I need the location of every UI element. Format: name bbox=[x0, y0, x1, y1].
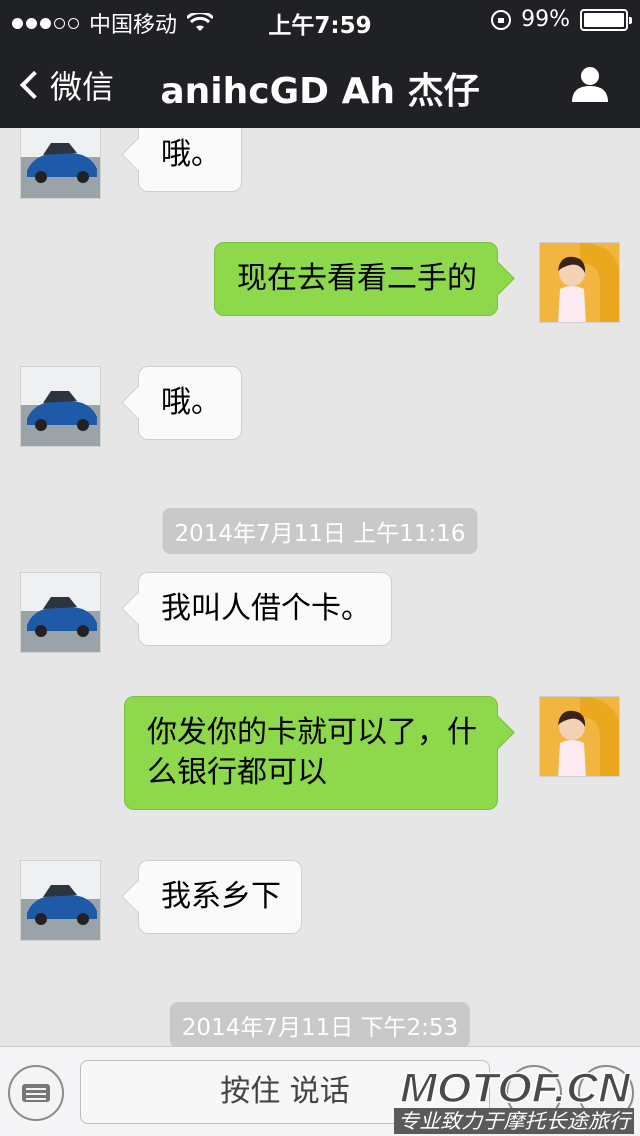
input-bar: 按住 说话 bbox=[0, 1046, 640, 1136]
battery-icon bbox=[580, 8, 632, 31]
plus-icon[interactable] bbox=[578, 1065, 634, 1121]
contact-avatar[interactable] bbox=[20, 572, 101, 653]
emoji-icon[interactable] bbox=[506, 1065, 562, 1121]
message-timestamp: 2014年7月11日 上午11:16 bbox=[162, 508, 478, 554]
sent-message[interactable]: 你发你的卡就可以了，什 么银行都可以 bbox=[124, 696, 498, 810]
back-button[interactable]: 微信 bbox=[16, 62, 114, 108]
contact-avatar[interactable] bbox=[20, 128, 101, 199]
sent-message[interactable]: 现在去看看二手的 bbox=[214, 242, 498, 316]
message-text: 我系乡下 bbox=[161, 879, 281, 914]
person-icon[interactable] bbox=[570, 64, 610, 104]
message-text: 我叫人借个卡。 bbox=[161, 591, 371, 626]
hold-to-talk-button[interactable]: 按住 说话 bbox=[80, 1060, 490, 1124]
message-text: 哦。 bbox=[161, 137, 221, 172]
message-text: 现在去看看二手的 bbox=[237, 261, 477, 296]
chevron-left-icon bbox=[19, 70, 49, 100]
navigation-bar: 微信 anihcGD Ah 杰仔 bbox=[0, 40, 640, 128]
received-message[interactable]: 我叫人借个卡。 bbox=[138, 572, 392, 646]
status-bar-right: 99% bbox=[491, 7, 632, 32]
rotation-lock-icon bbox=[491, 9, 512, 30]
received-message[interactable]: 哦。 bbox=[138, 128, 242, 192]
keyboard-icon[interactable] bbox=[8, 1065, 64, 1121]
message-text: 哦。 bbox=[161, 385, 221, 420]
battery-percent: 99% bbox=[521, 7, 570, 32]
received-message[interactable]: 我系乡下 bbox=[138, 860, 302, 934]
back-label: 微信 bbox=[50, 68, 115, 106]
message-text-line: 么银行都可以 bbox=[147, 755, 327, 790]
my-avatar[interactable] bbox=[539, 242, 620, 323]
contact-avatar[interactable] bbox=[20, 860, 101, 941]
message-text-line: 你发你的卡就可以了，什 bbox=[147, 715, 477, 750]
contact-avatar[interactable] bbox=[20, 366, 101, 447]
received-message[interactable]: 哦。 bbox=[138, 366, 242, 440]
chat-area[interactable]: 哦。 现在去看看二手的 哦。 2014年7月11日 上午11:16 我叫人借个卡… bbox=[0, 128, 640, 1046]
status-bar: 中国移动 上午7:59 99% bbox=[0, 0, 640, 40]
message-timestamp: 2014年7月11日 下午2:53 bbox=[169, 1002, 471, 1046]
my-avatar[interactable] bbox=[539, 696, 620, 777]
